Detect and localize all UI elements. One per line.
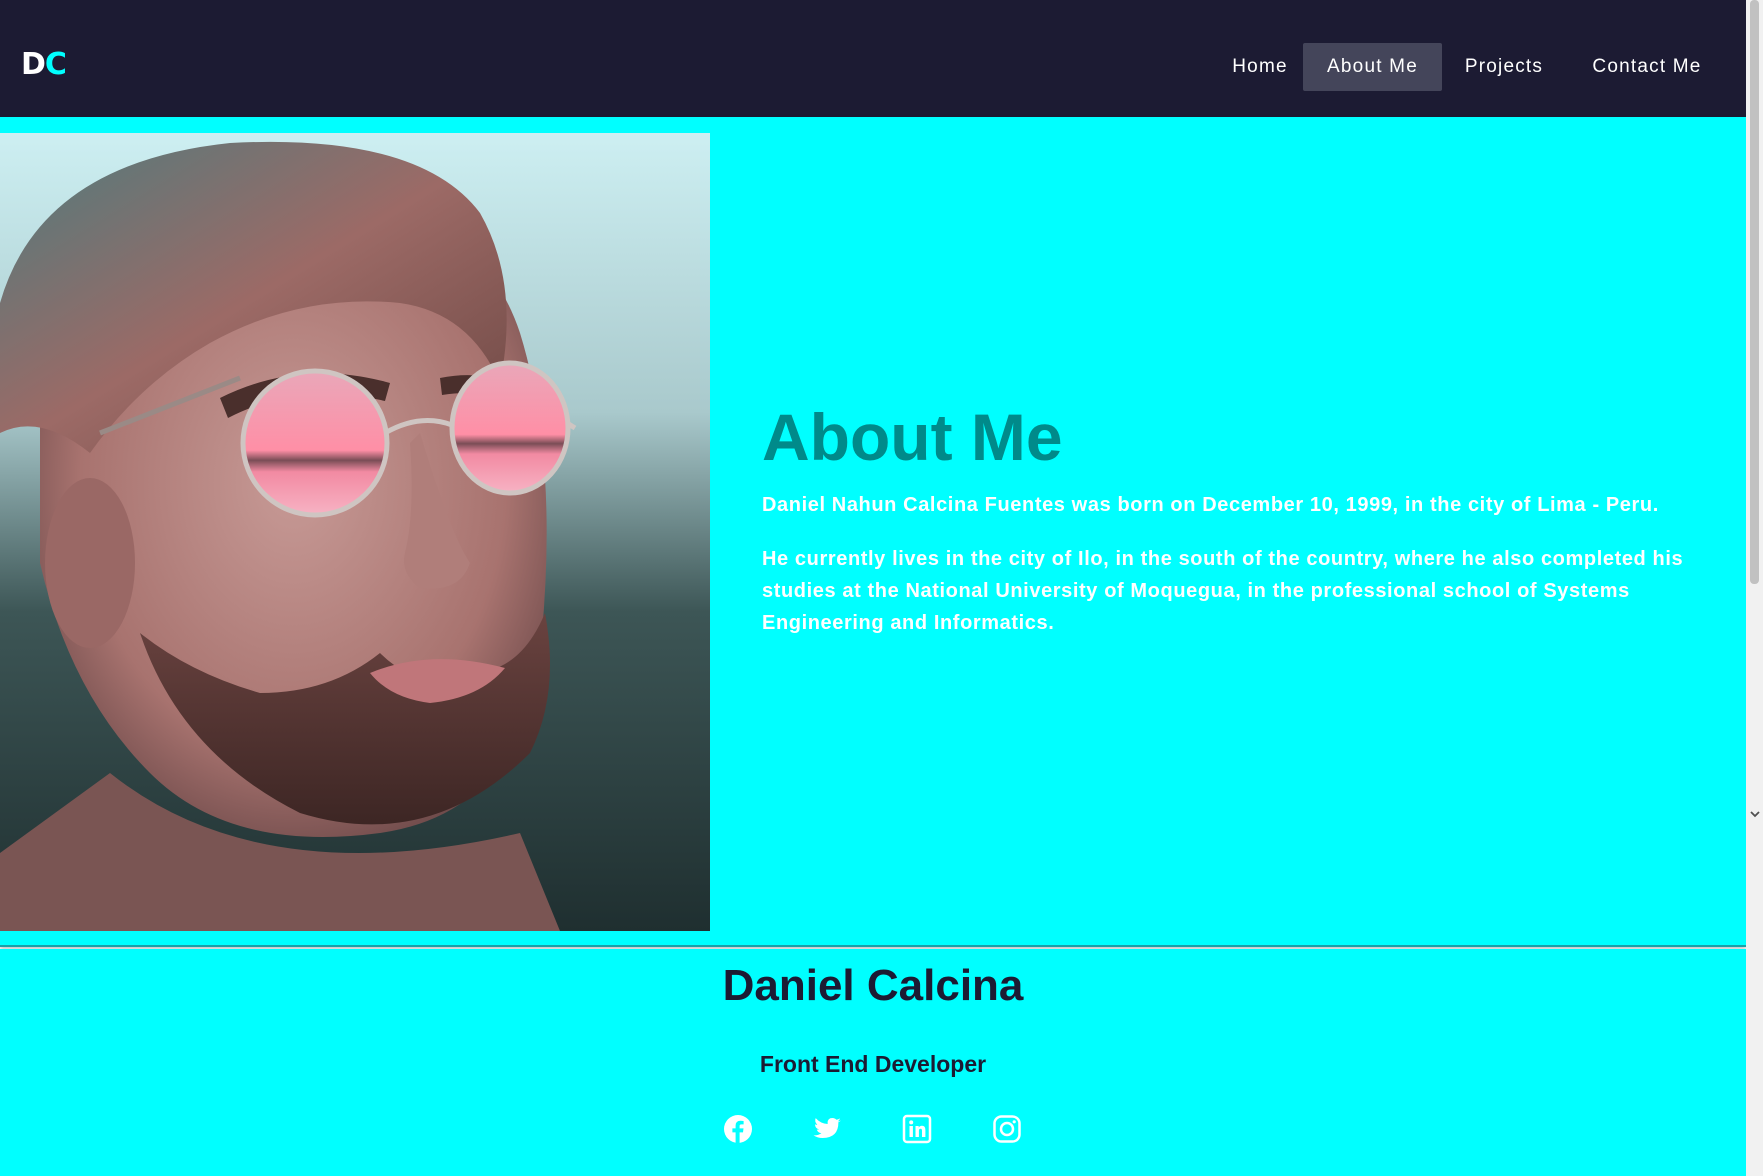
- footer-name: Daniel Calcina: [722, 961, 1024, 1010]
- nav-links: Home About Me Projects Contact Me: [0, 43, 1746, 91]
- twitter-icon[interactable]: [811, 1113, 843, 1145]
- navbar: DC Home About Me Projects Contact Me: [0, 0, 1746, 117]
- nav-item-home[interactable]: Home: [1207, 43, 1313, 91]
- facebook-icon[interactable]: [722, 1113, 754, 1145]
- instagram-icon[interactable]: [991, 1113, 1023, 1145]
- about-paragraph-birth: Daniel Nahun Calcina Fuentes was born on…: [762, 494, 1659, 516]
- nav-item-projects[interactable]: Projects: [1442, 43, 1566, 91]
- about-paragraph-studies: He currently lives in the city of Ilo, i…: [762, 548, 1684, 634]
- scrollbar-thumb[interactable]: [1750, 0, 1759, 584]
- portrait-photo: [0, 133, 710, 931]
- nav-item-about-me[interactable]: About Me: [1303, 43, 1442, 91]
- linkedin-icon[interactable]: [901, 1113, 933, 1145]
- footer: Daniel Calcina Front End Developer: [0, 949, 1746, 1176]
- nav-item-contact-me[interactable]: Contact Me: [1571, 43, 1723, 91]
- social-links: [0, 1113, 1746, 1149]
- about-title: About Me: [762, 400, 1063, 474]
- scroll-down-arrow-icon[interactable]: [1749, 808, 1761, 820]
- about-section: About Me Daniel Nahun Calcina Fuentes wa…: [0, 117, 1746, 947]
- page-scrollbar[interactable]: [1746, 0, 1763, 1176]
- footer-role: Front End Developer: [759, 1051, 987, 1077]
